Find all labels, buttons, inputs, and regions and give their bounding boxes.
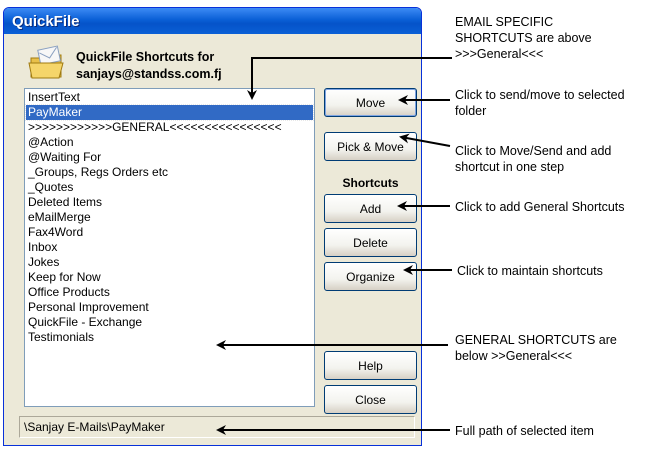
annotation-line: GENERAL SHORTCUTS are xyxy=(455,333,617,347)
annotation-arrows xyxy=(216,57,452,435)
annotation-line: >>>General<<< xyxy=(455,47,544,61)
annotation-pick-move: Click to Move/Send and add shortcut in o… xyxy=(455,143,611,175)
annotation-line: shortcut in one step xyxy=(455,160,565,174)
annotation-add-general: Click to add General Shortcuts xyxy=(455,200,625,214)
annotation-line: folder xyxy=(455,104,487,118)
annotation-line: SHORTCUTS are above xyxy=(455,31,592,45)
arrow-email-specific xyxy=(247,57,452,100)
annotation-line: Click to Move/Send and add xyxy=(455,144,612,158)
annotation-email-specific: EMAIL SPECIFIC SHORTCUTS are above >>>Ge… xyxy=(455,14,592,62)
annotation-general-shortcuts: GENERAL SHORTCUTS are below >>General<<< xyxy=(455,332,617,364)
annotation-send-move: Click to send/move to selected folder xyxy=(455,87,625,119)
arrow-pick-move xyxy=(399,133,451,147)
annotation-line: Click to send/move to selected xyxy=(455,88,625,102)
annotation-line: below >>General<<< xyxy=(455,349,573,363)
annotation-maintain: Click to maintain shortcuts xyxy=(457,264,603,278)
annotation-line: EMAIL SPECIFIC xyxy=(455,15,554,29)
annotation-full-path: Full path of selected item xyxy=(455,424,594,438)
